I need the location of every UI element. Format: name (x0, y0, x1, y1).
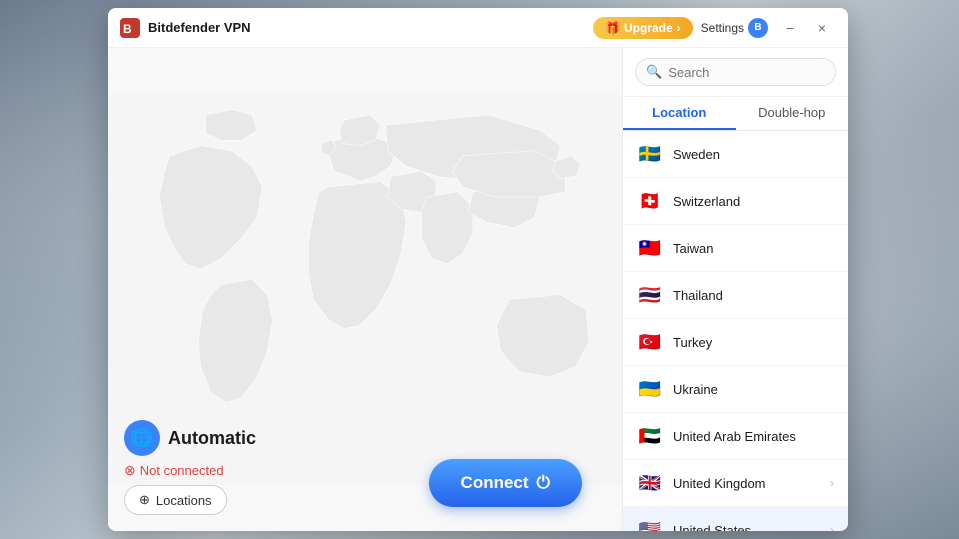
settings-button[interactable]: Settings B (701, 18, 768, 38)
country-name: Taiwan (673, 241, 834, 256)
arrow-icon: › (677, 21, 681, 35)
chevron-right-icon: › (830, 476, 834, 490)
country-name: Sweden (673, 147, 834, 162)
country-name: Thailand (673, 288, 834, 303)
country-list: 🇸🇪Sweden🇨🇭Switzerland🇹🇼Taiwan🇹🇭Thailand🇹… (623, 131, 848, 531)
location-icon: 🌐 (124, 420, 160, 456)
country-flag: 🇦🇪 (637, 423, 663, 449)
country-flag: 🇹🇼 (637, 235, 663, 261)
country-flag: 🇹🇷 (637, 329, 663, 355)
avatar: B (748, 18, 768, 38)
country-name: United Kingdom (673, 476, 820, 491)
tab-location[interactable]: Location (623, 97, 736, 130)
country-item[interactable]: 🇹🇷 Turkey (623, 319, 848, 366)
map-bottom: 🌐 Automatic ⊗ Not connected ⊕ Locations (124, 420, 256, 515)
tab-double-hop[interactable]: Double-hop (736, 97, 849, 130)
country-name: United States (673, 523, 820, 532)
country-flag: 🇹🇭 (637, 282, 663, 308)
title-bar: B Bitdefender VPN 🎁 Upgrade › Settings B… (108, 8, 848, 48)
app-window: B Bitdefender VPN 🎁 Upgrade › Settings B… (108, 8, 848, 531)
gift-icon: 🎁 (605, 21, 620, 35)
search-icon: 🔍 (646, 64, 662, 80)
close-button[interactable]: × (808, 14, 836, 42)
country-item[interactable]: 🇹🇼 Taiwan (623, 225, 848, 272)
location-name: Automatic (168, 428, 256, 449)
country-name: Turkey (673, 335, 834, 350)
svg-text:B: B (123, 22, 132, 36)
country-flag: 🇺🇸 (637, 517, 663, 531)
not-connected-icon: ⊗ (124, 462, 136, 479)
title-bar-actions: 🎁 Upgrade › Settings B (593, 17, 768, 39)
pin-icon: ⊕ (139, 492, 150, 508)
country-name: Ukraine (673, 382, 834, 397)
country-flag: 🇨🇭 (637, 188, 663, 214)
country-flag: 🇺🇦 (637, 376, 663, 402)
upgrade-button[interactable]: 🎁 Upgrade › (593, 17, 693, 39)
country-name: Switzerland (673, 194, 834, 209)
search-bar: 🔍 (623, 48, 848, 97)
country-flag: 🇬🇧 (637, 470, 663, 496)
power-icon: ⏻ (537, 473, 550, 493)
connect-button[interactable]: Connect ⏻ (429, 459, 582, 507)
not-connected-status: ⊗ Not connected (124, 462, 256, 479)
tab-row: Location Double-hop (623, 97, 848, 131)
app-logo: B (120, 18, 140, 38)
country-item[interactable]: 🇦🇪 United Arab Emirates (623, 413, 848, 460)
chevron-right-icon: › (830, 523, 834, 531)
country-item[interactable]: 🇬🇧 United Kingdom › (623, 460, 848, 507)
country-item[interactable]: 🇨🇭 Switzerland (623, 178, 848, 225)
app-title: Bitdefender VPN (148, 20, 593, 35)
search-input[interactable] (668, 65, 825, 80)
minimize-button[interactable]: − (776, 14, 804, 42)
locations-button[interactable]: ⊕ Locations (124, 485, 227, 515)
location-badge: 🌐 Automatic (124, 420, 256, 456)
country-item[interactable]: 🇸🇪 Sweden (623, 131, 848, 178)
country-flag: 🇸🇪 (637, 141, 663, 167)
map-area: 🌐 Automatic ⊗ Not connected ⊕ Locations … (108, 48, 622, 531)
country-name: United Arab Emirates (673, 429, 834, 444)
right-panel: 🔍 Location Double-hop 🇸🇪 Sweden 🇨🇭 Switzerl… (622, 48, 848, 531)
window-controls: − × (776, 14, 836, 42)
search-input-wrap: 🔍 (635, 58, 836, 86)
country-item[interactable]: 🇺🇸 United States › (623, 507, 848, 531)
country-item[interactable]: 🇹🇭 Thailand (623, 272, 848, 319)
country-item[interactable]: 🇺🇦 Ukraine (623, 366, 848, 413)
main-content: 🌐 Automatic ⊗ Not connected ⊕ Locations … (108, 48, 848, 531)
